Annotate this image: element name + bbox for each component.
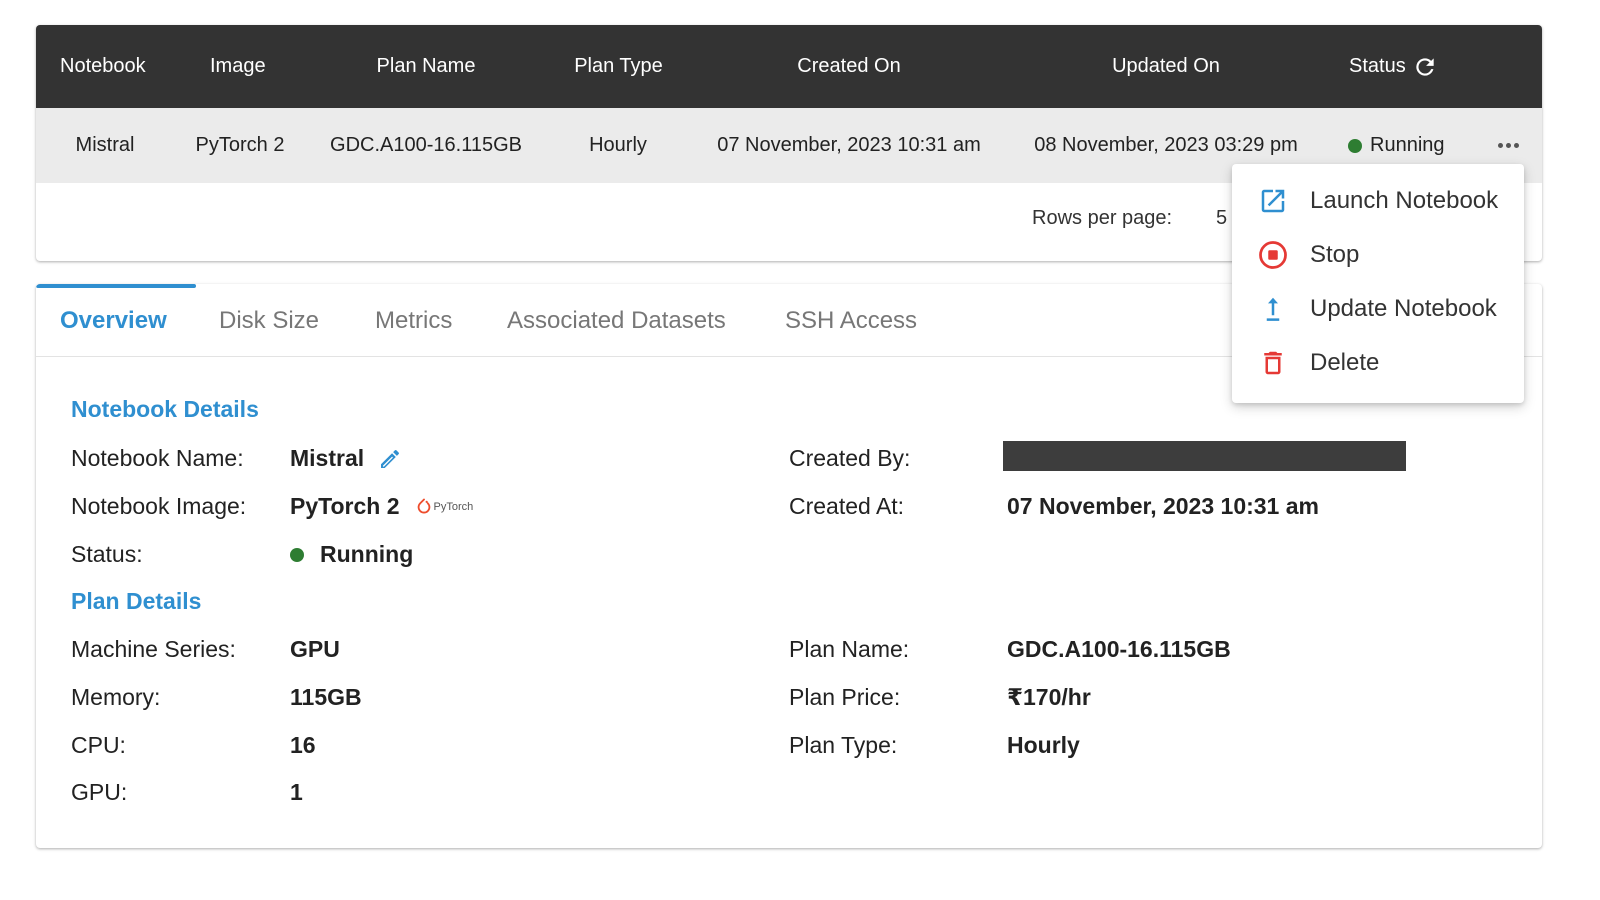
cell-plan-type: Hourly	[589, 134, 647, 156]
cell-plan-name: GDC.A100-16.115GB	[330, 134, 522, 156]
cell-image: PyTorch 2	[195, 134, 285, 156]
plan-name-value: GDC.A100-16.115GB	[1007, 636, 1231, 662]
tab-overview[interactable]: Overview	[60, 284, 167, 357]
refresh-icon[interactable]	[1412, 54, 1438, 80]
plan-name-label: Plan Name:	[789, 636, 910, 662]
table-header: Notebook Image Plan Name Plan Type Creat…	[36, 25, 1542, 108]
created-by-label: Created By:	[789, 445, 911, 471]
cpu-label: CPU:	[71, 732, 126, 758]
launch-icon	[1258, 186, 1288, 216]
plan-type-value: Hourly	[1007, 732, 1080, 758]
menu-item-label: Launch Notebook	[1310, 187, 1499, 214]
cell-notebook: Mistral	[75, 134, 135, 156]
memory-label: Memory:	[71, 684, 161, 710]
menu-item-stop[interactable]: Stop	[1232, 228, 1524, 282]
tab-associated-datasets[interactable]: Associated Datasets	[507, 284, 726, 357]
rows-per-page-label: Rows per page:	[1032, 207, 1173, 229]
menu-item-delete[interactable]: Delete	[1232, 336, 1524, 390]
upload-icon	[1258, 294, 1288, 324]
cell-created-on: 07 November, 2023 10:31 am	[717, 134, 981, 156]
trash-icon	[1258, 348, 1288, 378]
status-label: Status:	[71, 541, 143, 567]
pytorch-logo-text: PyTorch	[433, 500, 474, 513]
status-value-text: Running	[320, 541, 414, 567]
cpu-value: 16	[290, 732, 316, 758]
column-header-created-on: Created On	[797, 55, 901, 77]
menu-item-launch-notebook[interactable]: Launch Notebook	[1232, 174, 1524, 228]
status-value: Running	[290, 541, 413, 568]
notebook-image-value: PyTorch 2 PyTorch	[290, 493, 473, 520]
status-dot	[1348, 138, 1362, 153]
menu-item-label: Delete	[1310, 349, 1380, 376]
gpu-label: GPU:	[71, 779, 128, 805]
pytorch-logo-icon: PyTorch	[414, 497, 474, 517]
plan-details-title: Plan Details	[71, 588, 202, 614]
column-header-plan-type: Plan Type	[574, 55, 663, 77]
column-header-plan-name: Plan Name	[376, 55, 476, 77]
column-header-updated-on: Updated On	[1112, 55, 1220, 77]
notebook-name-value: Mistral	[290, 445, 402, 472]
notebook-image-label: Notebook Image:	[71, 493, 247, 519]
tab-disk-size[interactable]: Disk Size	[219, 284, 319, 357]
memory-value: 115GB	[290, 684, 362, 710]
plan-price-value: ₹170/hr	[1007, 684, 1091, 710]
machine-series-label: Machine Series:	[71, 636, 236, 662]
notebook-name-label: Notebook Name:	[71, 445, 244, 471]
column-header-notebook: Notebook	[60, 55, 146, 77]
tab-ssh-access[interactable]: SSH Access	[785, 284, 917, 357]
notebook-name-text: Mistral	[290, 445, 365, 471]
plan-type-label: Plan Type:	[789, 732, 898, 758]
menu-item-update-notebook[interactable]: Update Notebook	[1232, 282, 1524, 336]
notebook-image-text: PyTorch 2	[290, 493, 400, 519]
column-header-status: Status	[1349, 25, 1438, 108]
tab-metrics[interactable]: Metrics	[375, 284, 452, 357]
status-text: Running	[1370, 134, 1445, 156]
stop-icon	[1258, 240, 1288, 270]
gpu-value: 1	[290, 779, 303, 805]
pencil-icon[interactable]	[378, 447, 402, 471]
created-by-redacted	[1003, 441, 1406, 471]
created-at-value: 07 November, 2023 10:31 am	[1007, 493, 1319, 519]
rows-per-page-select[interactable]: 5	[1216, 207, 1227, 230]
status-dot	[290, 547, 304, 562]
plan-price-label: Plan Price:	[789, 684, 901, 710]
created-at-label: Created At:	[789, 493, 905, 519]
column-header-status-label: Status	[1349, 55, 1406, 77]
menu-item-label: Stop	[1310, 241, 1360, 268]
menu-item-label: Update Notebook	[1310, 295, 1497, 322]
notebook-details-title: Notebook Details	[71, 396, 259, 422]
notebook-actions-menu: Launch Notebook Stop Update Notebook Del…	[1232, 164, 1524, 403]
machine-series-value: GPU	[290, 636, 340, 662]
column-header-image: Image	[210, 55, 266, 77]
